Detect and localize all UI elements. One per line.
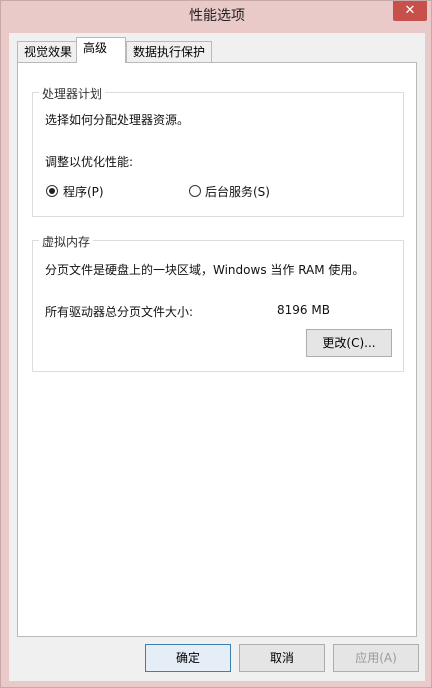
programs-radio[interactable] xyxy=(46,185,58,197)
background-services-label[interactable]: 后台服务(S) xyxy=(205,183,270,200)
tab-advanced[interactable]: 高级 xyxy=(76,37,126,63)
change-button[interactable]: 更改(C)... xyxy=(306,329,392,357)
background-services-radio[interactable] xyxy=(189,185,201,197)
dialog-window: 性能选项 ✕ 视觉效果 高级 数据执行保护 处理器计划 选择如何分配处理器资源。… xyxy=(0,0,432,688)
total-paging-label: 所有驱动器总分页文件大小: xyxy=(45,305,194,319)
virtual-memory-group: 虚拟内存 分页文件是硬盘上的一块区域，Windows 当作 RAM 使用。 所有… xyxy=(32,233,404,372)
virtual-memory-description: 分页文件是硬盘上的一块区域，Windows 当作 RAM 使用。 xyxy=(45,263,365,277)
adjust-label: 调整以优化性能: xyxy=(45,155,134,169)
tab-panel-advanced: 处理器计划 选择如何分配处理器资源。 调整以优化性能: 程序(P) 后台服务(S… xyxy=(17,62,417,637)
total-paging-value: 8196 MB xyxy=(277,303,330,317)
tab-visual-effects[interactable]: 视觉效果 xyxy=(17,41,80,62)
virtual-memory-title: 虚拟内存 xyxy=(39,233,94,250)
dialog-client: 视觉效果 高级 数据执行保护 处理器计划 选择如何分配处理器资源。 调整以优化性… xyxy=(9,33,425,681)
processor-scheduling-title: 处理器计划 xyxy=(39,85,106,102)
processor-scheduling-group: 处理器计划 选择如何分配处理器资源。 调整以优化性能: 程序(P) 后台服务(S… xyxy=(32,85,404,217)
apply-button[interactable]: 应用(A) xyxy=(333,644,419,672)
processor-description: 选择如何分配处理器资源。 xyxy=(45,113,190,127)
tab-dep[interactable]: 数据执行保护 xyxy=(126,41,213,62)
close-icon: ✕ xyxy=(404,3,416,18)
ok-button[interactable]: 确定 xyxy=(145,644,231,672)
window-title: 性能选项 xyxy=(189,8,245,24)
close-button[interactable]: ✕ xyxy=(393,1,427,21)
programs-label[interactable]: 程序(P) xyxy=(63,183,104,200)
cancel-button[interactable]: 取消 xyxy=(239,644,325,672)
title-bar[interactable]: 性能选项 ✕ xyxy=(1,1,432,27)
